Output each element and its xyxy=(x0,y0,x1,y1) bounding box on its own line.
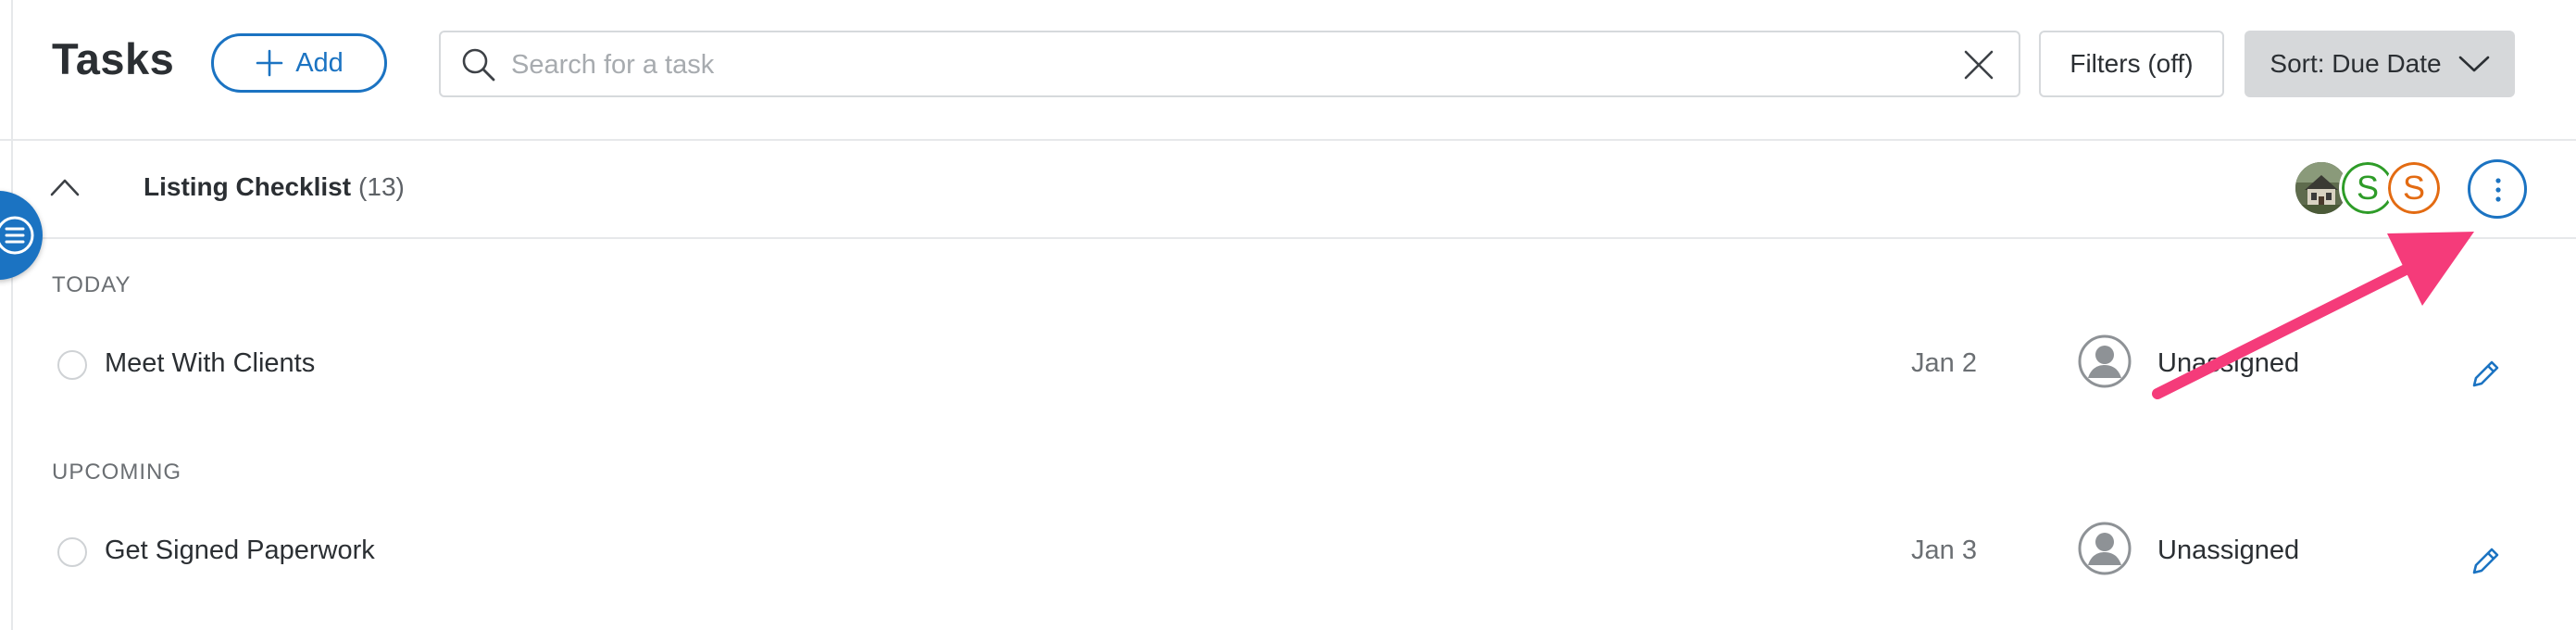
chevron-down-icon xyxy=(2458,56,2489,72)
sort-label: Sort: Due Date xyxy=(2270,49,2442,78)
sort-dropdown[interactable]: Sort: Due Date xyxy=(2245,31,2515,97)
more-options-button[interactable] xyxy=(2468,159,2527,219)
chevron-up-icon[interactable] xyxy=(50,176,80,198)
pencil-icon[interactable] xyxy=(2469,545,2502,578)
task-row[interactable]: Meet With Clients Jan 2 Unassigned xyxy=(0,330,2576,404)
search-input[interactable] xyxy=(509,44,1920,86)
user-placeholder-icon xyxy=(2078,522,2132,575)
task-assignee[interactable]: Unassigned xyxy=(2157,348,2299,379)
task-complete-checkbox[interactable] xyxy=(57,350,87,380)
plus-icon xyxy=(256,49,283,77)
checklist-title[interactable]: Listing Checklist (13) xyxy=(144,172,405,202)
add-task-button[interactable]: Add xyxy=(211,33,387,93)
task-due-date: Jan 2 xyxy=(1911,348,1977,378)
checklist-name: Listing Checklist xyxy=(144,172,352,201)
task-assignee[interactable]: Unassigned xyxy=(2157,536,2299,566)
task-complete-checkbox[interactable] xyxy=(57,537,87,567)
search-icon xyxy=(462,48,495,82)
task-row[interactable]: Get Signed Paperwork Jan 3 Unassigned xyxy=(0,517,2576,591)
filters-button[interactable]: Filters (off) xyxy=(2039,31,2224,97)
clear-search-icon[interactable] xyxy=(1963,49,1995,81)
section-label-today: TODAY xyxy=(52,272,131,297)
list-menu-icon xyxy=(0,216,34,255)
checklist-group-header: Listing Checklist (13) xyxy=(0,141,2576,239)
user-placeholder-icon xyxy=(2078,334,2132,388)
tasks-toolbar: Tasks Add Filters (off) Sort: Due Date xyxy=(0,0,2576,141)
vertical-ellipsis-icon xyxy=(2495,178,2501,202)
search-box xyxy=(439,31,2020,97)
task-due-date: Jan 3 xyxy=(1911,536,1977,565)
avatar[interactable]: S xyxy=(2385,159,2443,217)
pencil-icon[interactable] xyxy=(2469,358,2502,391)
section-label-upcoming: UPCOMING xyxy=(52,460,181,485)
checklist-count: (13) xyxy=(358,172,405,201)
task-name[interactable]: Get Signed Paperwork xyxy=(105,536,375,566)
add-task-label: Add xyxy=(295,47,344,78)
page-title: Tasks xyxy=(52,34,175,83)
assignee-avatars: S S xyxy=(2293,159,2450,217)
task-name[interactable]: Meet With Clients xyxy=(105,348,315,379)
